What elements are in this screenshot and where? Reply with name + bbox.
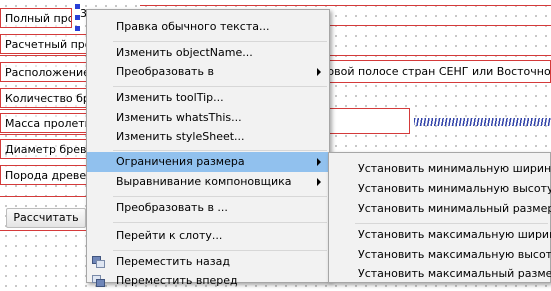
menu-separator — [113, 250, 327, 251]
calculate-button[interactable]: Рассчитать — [6, 208, 86, 228]
menu-item-layout-alignment[interactable]: Выравнивание компоновщика — [87, 172, 329, 192]
context-menu: Правка обычного текста... Изменить objec… — [86, 9, 330, 287]
field-outline — [0, 230, 90, 231]
menu-item-morph-into-2[interactable]: Преобразовать в ... — [87, 198, 329, 218]
menu-item-morph-into[interactable]: Преобразовать в — [87, 62, 329, 82]
menu-item-set-min-height[interactable]: Установить минимальную высоту — [329, 179, 551, 199]
menu-item-set-max-size[interactable]: Установить максимальный размер — [329, 264, 551, 284]
menu-item-edit-objectname[interactable]: Изменить objectName... — [87, 43, 329, 63]
menu-item-go-to-slot[interactable]: Перейти к слоту... — [87, 226, 329, 246]
menu-item-set-min-size[interactable]: Установить минимальный размер — [329, 199, 551, 219]
label-log-count[interactable]: Количество бревен — [0, 88, 90, 108]
label-wood-species[interactable]: Порода древесины — [0, 165, 90, 185]
menu-item-size-constraints[interactable]: Ограничения размера — [87, 152, 329, 172]
menu-separator — [113, 150, 327, 151]
label-location[interactable]: Расположение жел — [0, 62, 90, 82]
resize-handle[interactable] — [75, 15, 80, 20]
chevron-right-icon — [317, 158, 321, 166]
label-span-mass[interactable]: Масса пролетного — [0, 113, 90, 133]
size-constraints-submenu: Установить минимальную ширину Установить… — [328, 152, 551, 283]
label-design-span[interactable]: Расчетный пролет — [0, 34, 90, 54]
menu-item-edit-stylesheet[interactable]: Изменить styleSheet... — [87, 127, 329, 147]
menu-item-edit-tooltip[interactable]: Изменить toolTip... — [87, 88, 329, 108]
mass-input[interactable] — [318, 108, 410, 134]
menu-item-set-max-width[interactable]: Установить максимальную ширину — [329, 225, 551, 245]
menu-item-bring-to-front[interactable]: Переместить вперед — [87, 271, 329, 291]
bring-to-front-icon — [92, 275, 105, 287]
menu-separator — [113, 41, 327, 42]
menu-separator — [113, 196, 327, 197]
menu-separator — [113, 86, 327, 87]
field-outline — [140, 5, 551, 6]
menu-item-edit-whatsthis[interactable]: Изменить whatsThis... — [87, 108, 329, 128]
menu-separator — [113, 222, 327, 223]
chevron-right-icon — [317, 68, 321, 76]
menu-item-send-to-back[interactable]: Переместить назад — [87, 252, 329, 272]
menu-item-set-min-width[interactable]: Установить минимальную ширину — [329, 159, 551, 179]
chevron-right-icon — [317, 178, 321, 186]
resize-handle[interactable] — [75, 26, 80, 31]
label-log-diameter[interactable]: Диаметр бревна — [0, 139, 88, 159]
label-full-span[interactable]: Полный пролет — [0, 8, 72, 28]
region-field[interactable]: товой полосе стран СЕНГ или Восточной и … — [317, 60, 551, 83]
menu-separator — [355, 223, 548, 224]
resize-handle[interactable] — [75, 4, 80, 9]
menu-item-set-max-height[interactable]: Установить максимальную высоту — [329, 245, 551, 265]
send-to-back-icon — [92, 256, 105, 268]
layout-spacer — [414, 118, 551, 126]
menu-item-edit-plain-text[interactable]: Правка обычного текста... — [87, 17, 329, 37]
